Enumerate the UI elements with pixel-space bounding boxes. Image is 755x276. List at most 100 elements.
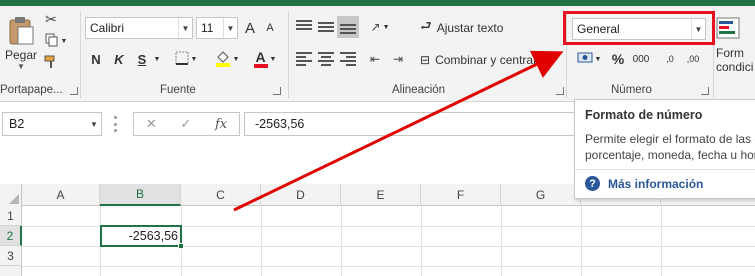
name-box-value: B2 [9, 117, 25, 131]
italic-button[interactable]: K [110, 48, 128, 70]
format-painter-button[interactable] [42, 54, 60, 72]
italic-icon: K [114, 51, 124, 67]
column-header-f[interactable]: F [421, 184, 501, 206]
font-size-value: 11 [201, 21, 214, 35]
clipboard-group-label: Portapape... [0, 84, 63, 96]
column-header-d[interactable]: D [261, 184, 341, 206]
accounting-format-button[interactable]: ▼ [574, 49, 604, 69]
column-header-b[interactable]: B [100, 184, 181, 206]
more-info-label: Más información [608, 176, 704, 191]
chevron-down-icon: ▼ [153, 55, 161, 63]
number-group-label: Número [611, 84, 652, 96]
help-icon: ? [585, 176, 600, 191]
underline-dropdown[interactable]: ▼ [152, 48, 162, 70]
shrink-font-button[interactable]: A [262, 17, 278, 39]
fill-handle[interactable] [178, 243, 184, 249]
row-header-4[interactable] [0, 266, 22, 276]
increase-indent-button[interactable]: ⇥ [388, 49, 408, 69]
conditional-format-button[interactable]: Form condici [716, 14, 755, 76]
paintbrush-icon [44, 55, 58, 72]
decrease-decimal-button[interactable]: ,00 [682, 49, 704, 69]
borders-button[interactable]: ▼ [172, 48, 200, 70]
font-launcher-icon[interactable] [273, 87, 281, 95]
column-header-a[interactable]: A [22, 184, 100, 206]
number-format-tooltip: Formato de número Permite elegir el form… [574, 99, 755, 199]
bold-icon: N [91, 51, 101, 67]
alignment-launcher-icon[interactable] [556, 87, 564, 95]
chevron-down-icon: ▼ [382, 23, 390, 31]
cut-button[interactable]: ✂ [42, 10, 60, 28]
conditional-format-label-1: Form [716, 45, 744, 60]
formula-bar-grip[interactable] [114, 116, 118, 132]
underline-icon: S [137, 51, 147, 67]
percent-style-button[interactable]: % [609, 49, 627, 69]
align-bottom-button[interactable] [337, 16, 359, 38]
more-info-link[interactable]: ? Más información [585, 176, 755, 191]
decrease-indent-button[interactable]: ⇤ [365, 49, 385, 69]
increase-decimal-button[interactable]: ,0 [660, 49, 680, 69]
grow-font-button[interactable]: A [242, 17, 258, 39]
chevron-down-icon: ▼ [269, 55, 277, 63]
row-header-2[interactable]: 2 [0, 226, 22, 246]
bold-button[interactable]: N [87, 48, 105, 70]
chevron-down-icon: ▼ [190, 55, 198, 63]
align-middle-icon [318, 20, 334, 34]
align-left-icon [296, 52, 312, 66]
select-all-icon [9, 194, 19, 204]
merge-center-button[interactable]: ⊟ Combinar y centrar ▼ [420, 49, 560, 71]
align-left-button[interactable] [294, 49, 314, 69]
name-box[interactable]: B2 ▼ [2, 112, 102, 136]
align-top-button[interactable] [294, 17, 314, 37]
clipboard-launcher-icon[interactable] [70, 87, 78, 95]
column-header-c[interactable]: C [181, 184, 261, 206]
cancel-icon[interactable]: ✕ [146, 116, 157, 132]
column-header-g[interactable]: G [501, 184, 581, 206]
wrap-text-button[interactable]: ⮐ Ajustar texto [420, 17, 520, 39]
decrease-decimal-icon: ,00 [686, 54, 700, 64]
gridline [421, 206, 422, 276]
shrink-font-icon: A [266, 22, 274, 34]
enter-icon[interactable]: ✓ [180, 116, 191, 132]
grow-font-icon: A [244, 19, 255, 37]
font-size-dropdown[interactable]: 11 ▼ [196, 17, 238, 39]
column-header-e[interactable]: E [341, 184, 421, 206]
increase-decimal-icon: ,0 [666, 54, 674, 64]
align-middle-button[interactable] [316, 17, 336, 37]
paint-bucket-icon [215, 49, 231, 70]
divider [80, 12, 81, 98]
merge-cells-icon: ⊟ [420, 53, 431, 67]
formula-buttons: ✕ ✓ fx [133, 112, 240, 136]
ribbon-tab-strip [0, 0, 755, 6]
wrap-text-label: Ajustar texto [436, 21, 504, 35]
row-header-1[interactable]: 1 [0, 206, 22, 226]
percent-icon: % [611, 51, 625, 67]
paste-button[interactable]: Pegar ▼ [2, 12, 40, 74]
merge-center-label: Combinar y centrar [435, 53, 538, 67]
font-color-button[interactable]: A ▼ [250, 48, 280, 70]
copy-button[interactable]: ▼ [42, 32, 70, 50]
gridline [341, 206, 342, 276]
font-color-icon: A [253, 50, 268, 68]
row-header-3[interactable]: 3 [0, 246, 22, 266]
cell-b2[interactable]: -2563,56 [100, 225, 184, 249]
gridline [661, 206, 662, 276]
orientation-button[interactable]: ↗ ▼ [365, 17, 395, 37]
tooltip-title: Formato de número [585, 108, 703, 122]
number-launcher-icon[interactable] [701, 87, 709, 95]
select-all-button[interactable] [0, 184, 22, 206]
chevron-down-icon: ▼ [60, 37, 68, 45]
insert-function-icon[interactable]: fx [215, 117, 227, 132]
paste-label: Pegar [4, 47, 38, 62]
decrease-indent-icon: ⇤ [369, 52, 381, 66]
align-center-button[interactable] [316, 49, 336, 69]
conditional-format-label-2: condici [716, 59, 754, 74]
comma-style-button[interactable]: 000 [630, 49, 652, 69]
tooltip-body-line-1: Permite elegir el formato de las c [585, 132, 755, 146]
currency-icon [577, 51, 593, 68]
font-name-dropdown[interactable]: Calibri ▼ [85, 17, 193, 39]
fill-color-button[interactable]: ▼ [212, 48, 242, 70]
underline-button[interactable]: S [133, 48, 151, 70]
clipboard-icon [7, 16, 35, 46]
highlight-box [563, 11, 715, 45]
align-right-button[interactable] [338, 49, 358, 69]
